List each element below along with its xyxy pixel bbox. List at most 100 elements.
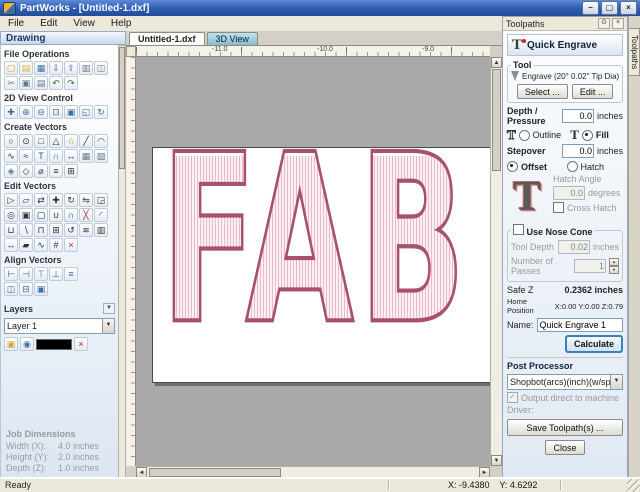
- drawing-canvas[interactable]: FAB: [136, 57, 490, 466]
- trim-icon[interactable]: ╳: [79, 208, 93, 222]
- maximize-button[interactable]: ▢: [601, 1, 618, 15]
- draw-polygon-icon[interactable]: △: [49, 134, 63, 148]
- layer-color-icon[interactable]: [36, 338, 72, 350]
- use-nose-cone-checkbox[interactable]: [513, 224, 524, 235]
- tab-untitled-1-dxf[interactable]: Untitled-1.dxf: [129, 32, 205, 45]
- draw-rectangle-icon[interactable]: □: [34, 134, 48, 148]
- center-vertical-icon[interactable]: ⊟: [19, 282, 33, 296]
- group-icon[interactable]: ▣: [19, 208, 33, 222]
- new-drawing-icon[interactable]: ▢: [4, 61, 18, 75]
- zoom-window-icon[interactable]: ⊡: [49, 105, 63, 119]
- array-copy-icon[interactable]: ⊞: [49, 223, 63, 237]
- save-toolpaths-button[interactable]: Save Toolpath(s) ...: [507, 419, 623, 436]
- toolpath-name-input[interactable]: [536, 318, 623, 332]
- passes-spinner[interactable]: ▲ ▼: [609, 258, 619, 274]
- draw-polyline-icon[interactable]: ╱: [79, 134, 93, 148]
- resize-grip[interactable]: [627, 479, 640, 492]
- tool-edit-button[interactable]: Edit ...: [571, 84, 614, 99]
- align-left-icon[interactable]: ⊢: [4, 267, 18, 281]
- pan-icon[interactable]: ✚: [4, 105, 18, 119]
- ruler-icon[interactable]: ≡: [49, 164, 63, 178]
- close-form-button[interactable]: Close: [545, 440, 585, 455]
- save-drawing-icon[interactable]: ▦: [34, 61, 48, 75]
- subtract-icon[interactable]: ∖: [19, 223, 33, 237]
- import-bitmap-icon[interactable]: ▧: [94, 149, 108, 163]
- refresh-view-icon[interactable]: ↻: [94, 105, 108, 119]
- delete-vector-icon[interactable]: ×: [64, 238, 78, 252]
- center-horizontal-icon[interactable]: ◫: [4, 282, 18, 296]
- distort-icon[interactable]: ▰: [19, 238, 33, 252]
- passes-input[interactable]: [574, 259, 606, 273]
- trace-bitmap-icon[interactable]: ◈: [4, 164, 18, 178]
- zoom-out-icon[interactable]: ⊖: [34, 105, 48, 119]
- zoom-in-icon[interactable]: ⊕: [19, 105, 33, 119]
- drawing-panel-scrollbar[interactable]: [118, 45, 126, 478]
- copy-icon[interactable]: ▣: [19, 76, 33, 90]
- text-on-curve-icon[interactable]: ∩: [49, 149, 63, 163]
- engrave-text-vectors[interactable]: FAB: [160, 124, 471, 360]
- spin-up-icon[interactable]: ▲: [609, 258, 619, 266]
- delete-layer-icon[interactable]: ×: [74, 337, 88, 351]
- offset-radio[interactable]: [507, 161, 518, 172]
- layer-visibility-icon[interactable]: ◉: [20, 337, 34, 351]
- snap-objects-icon[interactable]: #: [49, 238, 63, 252]
- smooth-icon[interactable]: ∿: [34, 238, 48, 252]
- zoom-selected-icon[interactable]: ◱: [79, 105, 93, 119]
- depth-pressure-input[interactable]: [561, 109, 594, 123]
- print-drawing-icon[interactable]: ▥: [79, 61, 93, 75]
- close-vectors-icon[interactable]: ∩: [64, 208, 78, 222]
- scroll-down-icon[interactable]: ▼: [491, 455, 502, 466]
- scale-icon[interactable]: ◲: [94, 193, 108, 207]
- align-center-icon[interactable]: ≡: [64, 267, 78, 281]
- menu-edit[interactable]: Edit: [32, 17, 65, 30]
- draw-arc-icon[interactable]: ◠: [94, 134, 108, 148]
- close-button[interactable]: ×: [620, 1, 637, 15]
- minimize-button[interactable]: −: [582, 1, 599, 15]
- toolpaths-side-tab[interactable]: Toolpaths: [629, 28, 640, 77]
- draw-circle-icon[interactable]: ○: [4, 134, 18, 148]
- horizontal-scroll-thumb[interactable]: [149, 468, 281, 477]
- dimension-icon[interactable]: ↔: [64, 149, 78, 163]
- tool-depth-input[interactable]: [557, 240, 590, 254]
- paste-along-icon[interactable]: ≋: [79, 223, 93, 237]
- tool-select-button[interactable]: Select ...: [516, 84, 568, 99]
- print-preview-icon[interactable]: ◫: [94, 61, 108, 75]
- cross-hatch-checkbox[interactable]: [553, 202, 564, 213]
- move-icon[interactable]: ✚: [49, 193, 63, 207]
- nest-icon[interactable]: ▥: [94, 223, 108, 237]
- calculate-button[interactable]: Calculate: [564, 335, 623, 353]
- redo-icon[interactable]: ↷: [64, 76, 78, 90]
- spin-down-icon[interactable]: ▼: [609, 266, 619, 274]
- output-direct-checkbox[interactable]: ✓: [507, 392, 518, 403]
- transform-icon[interactable]: ⇄: [34, 193, 48, 207]
- post-processor-select[interactable]: Shopbot(arcs)(inch)(w/speed)(*.sbp) ▼: [507, 374, 623, 390]
- draw-star-icon[interactable]: ☆: [64, 134, 78, 148]
- drawing-panel-scroll-thumb[interactable]: [119, 47, 125, 169]
- rotate-copy-icon[interactable]: ↺: [64, 223, 78, 237]
- offset-icon[interactable]: ◎: [4, 208, 18, 222]
- align-bottom-icon[interactable]: ⊥: [49, 267, 63, 281]
- outline-radio[interactable]: [518, 129, 530, 141]
- chevron-down-icon[interactable]: ▼: [610, 375, 622, 389]
- open-drawing-icon[interactable]: ▤: [19, 61, 33, 75]
- select-icon[interactable]: ▷: [4, 193, 18, 207]
- paste-icon[interactable]: ▤: [34, 76, 48, 90]
- canvas-vertical-scrollbar[interactable]: ▲ ▼: [490, 57, 502, 466]
- stretch-icon[interactable]: ↔: [4, 238, 18, 252]
- draw-text-icon[interactable]: T: [34, 149, 48, 163]
- pin-icon[interactable]: ⊙: [598, 18, 610, 29]
- fill-radio[interactable]: [581, 129, 593, 141]
- layer-select[interactable]: Layer 1 ▼: [4, 318, 115, 334]
- cut-icon[interactable]: ✂: [4, 76, 18, 90]
- undo-icon[interactable]: ↶: [49, 76, 63, 90]
- tab-3d-view[interactable]: 3D View: [206, 32, 258, 45]
- ungroup-icon[interactable]: ▢: [34, 208, 48, 222]
- new-layer-icon[interactable]: ▣: [4, 337, 18, 351]
- export-vectors-icon[interactable]: ⇧: [64, 61, 78, 75]
- import-vectors-icon[interactable]: ⇩: [49, 61, 63, 75]
- grid-icon[interactable]: ▦: [79, 149, 93, 163]
- scroll-up-icon[interactable]: ▲: [491, 57, 502, 68]
- draw-ellipse-icon[interactable]: ⊙: [19, 134, 33, 148]
- chevron-down-icon[interactable]: ▼: [102, 319, 114, 333]
- fillet-icon[interactable]: ◜: [94, 208, 108, 222]
